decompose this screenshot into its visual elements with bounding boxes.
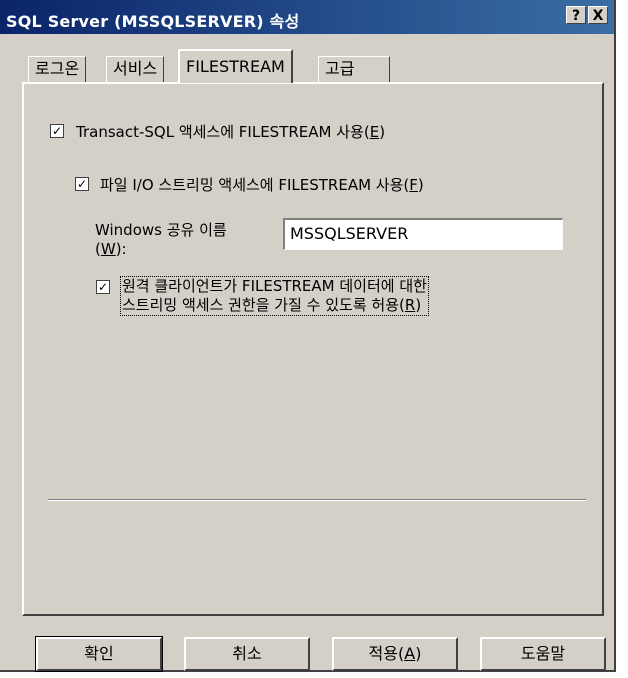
tab-advanced-label: 고급 — [325, 59, 355, 78]
cancel-button[interactable]: 취소 — [184, 637, 310, 671]
enable-file-io-mnemonic: F — [409, 176, 418, 194]
window-title: SQL Server (MSSQLSERVER) 속성 — [6, 12, 300, 31]
allow-remote-line2: 스트리밍 액세스 권한을 가질 수 있도록 허용 — [122, 296, 400, 314]
tab-logon-label: 로그온 — [35, 59, 80, 78]
help-button[interactable]: 도움말 — [480, 637, 606, 671]
allow-remote-focus: 원격 클라이언트가 FILESTREAM 데이터에 대한 스트리밍 액세스 권한을… — [120, 276, 429, 316]
enable-tsql-mnemonic: E — [369, 123, 380, 141]
apply-button[interactable]: 적용(A) — [332, 637, 458, 671]
enable-tsql-label[interactable]: Transact-SQL 액세스에 FILESTREAM 사용(E) — [76, 121, 385, 142]
ok-button[interactable]: 확인 — [35, 636, 163, 672]
enable-file-io-text: 파일 I/O 스트리밍 액세스에 FILESTREAM 사용 — [100, 176, 404, 194]
share-name-input[interactable]: MSSQLSERVER — [283, 218, 563, 250]
allow-remote-label[interactable]: 원격 클라이언트가 FILESTREAM 데이터에 대한 스트리밍 액세스 권한을… — [120, 276, 429, 316]
share-name-mnemonic: W — [100, 240, 116, 258]
tab-service[interactable]: 서비스 — [106, 56, 165, 82]
allow-remote-mnemonic: R — [404, 296, 416, 314]
help-icon[interactable]: ? — [566, 6, 586, 24]
separator — [48, 499, 586, 501]
filestream-panel — [22, 82, 604, 616]
tab-filestream-label: FILESTREAM — [186, 57, 285, 76]
apply-label: 적용 — [368, 644, 398, 663]
title-bar[interactable]: SQL Server (MSSQLSERVER) 속성 ? X — [0, 0, 614, 34]
tab-service-label: 서비스 — [113, 59, 158, 78]
enable-tsql-text: Transact-SQL 액세스에 FILESTREAM 사용 — [76, 123, 364, 141]
share-name-label-text: Windows 공유 이름 — [95, 221, 227, 239]
allow-remote-line1: 원격 클라이언트가 FILESTREAM 데이터에 대한 — [122, 277, 427, 295]
share-name-label: Windows 공유 이름 (W): — [95, 221, 227, 258]
close-icon[interactable]: X — [588, 6, 608, 24]
enable-file-io-label[interactable]: 파일 I/O 스트리밍 액세스에 FILESTREAM 사용(F) — [100, 174, 424, 195]
enable-tsql-checkbox[interactable]: ✓ — [50, 124, 64, 138]
apply-mnemonic: A — [404, 644, 416, 663]
tab-logon[interactable]: 로그온 — [28, 56, 87, 82]
properties-dialog: SQL Server (MSSQLSERVER) 속성 ? X 로그온 서비스 … — [0, 0, 616, 672]
tab-advanced[interactable]: 고급 — [318, 56, 390, 82]
tab-filestream[interactable]: FILESTREAM — [178, 49, 293, 83]
enable-file-io-checkbox[interactable]: ✓ — [75, 177, 89, 191]
allow-remote-checkbox[interactable]: ✓ — [96, 280, 110, 294]
